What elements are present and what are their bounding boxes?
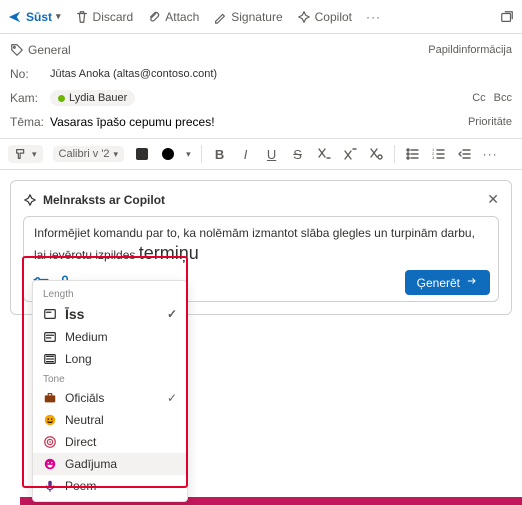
discard-button[interactable]: Discard (75, 10, 134, 24)
grin-icon (43, 457, 57, 471)
menu-item-label: Īss (65, 306, 84, 322)
chevron-down-icon: ▾ (32, 149, 37, 160)
subject-label: Tēma: (10, 115, 50, 129)
close-button[interactable]: ✕ (487, 191, 499, 208)
tag-label: General (28, 43, 71, 57)
signature-button[interactable]: Signature (213, 10, 282, 24)
generate-label: Ģenerēt (417, 276, 460, 290)
clear-format-button[interactable] (368, 146, 384, 162)
bullets-button[interactable] (405, 146, 421, 162)
signature-label: Signature (231, 10, 282, 24)
subject-input[interactable] (50, 115, 310, 129)
adjust-menu: Length Īss ✓ Medium Long Tone Oficiāls ✓… (32, 280, 188, 502)
bold-button[interactable]: B (212, 146, 228, 162)
check-icon: ✓ (167, 391, 177, 405)
font-name: Calibri v '2 (59, 148, 110, 160)
briefcase-icon (43, 391, 57, 405)
check-icon: ✓ (167, 307, 177, 321)
attach-label: Attach (165, 10, 199, 24)
generate-button[interactable]: Ģenerēt (405, 270, 490, 295)
tone-poem-item[interactable]: Poem (33, 475, 187, 497)
chevron-down-icon: ▾ (114, 149, 119, 160)
more-button[interactable]: ··· (366, 10, 381, 24)
chevron-down-icon[interactable]: ▾ (186, 149, 191, 160)
superscript-button[interactable] (342, 146, 358, 162)
bcc-button[interactable]: Bcc (494, 92, 512, 104)
tone-group-label: Tone (33, 370, 187, 387)
pen-icon (213, 10, 227, 24)
menu-item-label: Medium (65, 330, 108, 344)
send-icon (8, 10, 22, 24)
arrow-right-icon (466, 275, 478, 290)
prompt-text: Informējiet komandu par to, ka nolēmām i… (34, 225, 488, 265)
category-tag[interactable]: General (10, 43, 71, 57)
smile-icon (43, 413, 57, 427)
length-medium-icon (43, 330, 57, 344)
copilot-label: Copilot (315, 10, 352, 24)
mic-icon (43, 479, 57, 493)
menu-item-label: Poem (65, 479, 96, 493)
tone-formal-item[interactable]: Oficiāls ✓ (33, 387, 187, 409)
highlight-icon (162, 148, 174, 160)
from-label: No: (10, 67, 50, 81)
length-long-icon (43, 352, 57, 366)
font-color-button[interactable] (134, 146, 150, 162)
tone-casual-item[interactable]: Gadījuma (33, 453, 187, 475)
menu-item-label: Neutral (65, 413, 104, 427)
cc-button[interactable]: Cc (472, 92, 485, 104)
send-button[interactable]: Sūst ▾ (8, 10, 61, 24)
color-swatch-icon (136, 148, 148, 160)
svg-text:3: 3 (432, 155, 435, 160)
length-medium-item[interactable]: Medium (33, 326, 187, 348)
menu-item-label: Oficiāls (65, 391, 104, 405)
separator (201, 145, 202, 163)
presence-icon (58, 95, 65, 102)
extra-info-link[interactable]: Papildinformācija (428, 44, 512, 56)
length-group-label: Length (33, 285, 187, 302)
copilot-icon (297, 10, 311, 24)
length-short-icon (43, 307, 57, 321)
more-format-button[interactable]: ··· (483, 147, 498, 161)
recipient-name: Lydia Bauer (69, 92, 127, 104)
separator (394, 145, 395, 163)
recipient-chip[interactable]: Lydia Bauer (50, 90, 135, 106)
attach-button[interactable]: Attach (147, 10, 199, 24)
copilot-icon (23, 193, 37, 207)
card-title: Melnraksts ar Copilot (43, 193, 165, 207)
send-label: Sūst (26, 10, 52, 24)
menu-item-label: Gadījuma (65, 457, 117, 471)
popout-button[interactable] (500, 10, 514, 24)
tone-neutral-item[interactable]: Neutral (33, 409, 187, 431)
priority-link[interactable]: Prioritāte (468, 116, 512, 128)
highlight-button[interactable] (160, 146, 176, 162)
outdent-button[interactable] (457, 146, 473, 162)
chevron-down-icon: ▾ (56, 11, 61, 22)
font-select[interactable]: Calibri v '2 ▾ (53, 146, 125, 162)
menu-item-label: Direct (65, 435, 96, 449)
trash-icon (75, 10, 89, 24)
format-painter-button[interactable]: ▾ (8, 145, 43, 163)
target-icon (43, 435, 57, 449)
copilot-button[interactable]: Copilot (297, 10, 352, 24)
brush-icon (14, 147, 28, 161)
underline-button[interactable]: U (264, 146, 280, 162)
discard-label: Discard (93, 10, 134, 24)
length-short-item[interactable]: Īss ✓ (33, 302, 187, 326)
menu-item-label: Long (65, 352, 92, 366)
tag-icon (10, 43, 24, 57)
length-long-item[interactable]: Long (33, 348, 187, 370)
from-value[interactable]: Jūtas Anoka (altas@contoso.cont) (50, 68, 217, 80)
prompt-line1: Informējiet komandu par to, ka nolēmām i… (34, 226, 475, 262)
paperclip-icon (147, 10, 161, 24)
numbering-button[interactable]: 123 (431, 146, 447, 162)
tone-direct-item[interactable]: Direct (33, 431, 187, 453)
subscript-button[interactable] (316, 146, 332, 162)
strike-button[interactable]: S (290, 146, 306, 162)
italic-button[interactable]: I (238, 146, 254, 162)
to-label: Kam: (10, 91, 50, 105)
prompt-line2: termiņu (139, 243, 199, 263)
